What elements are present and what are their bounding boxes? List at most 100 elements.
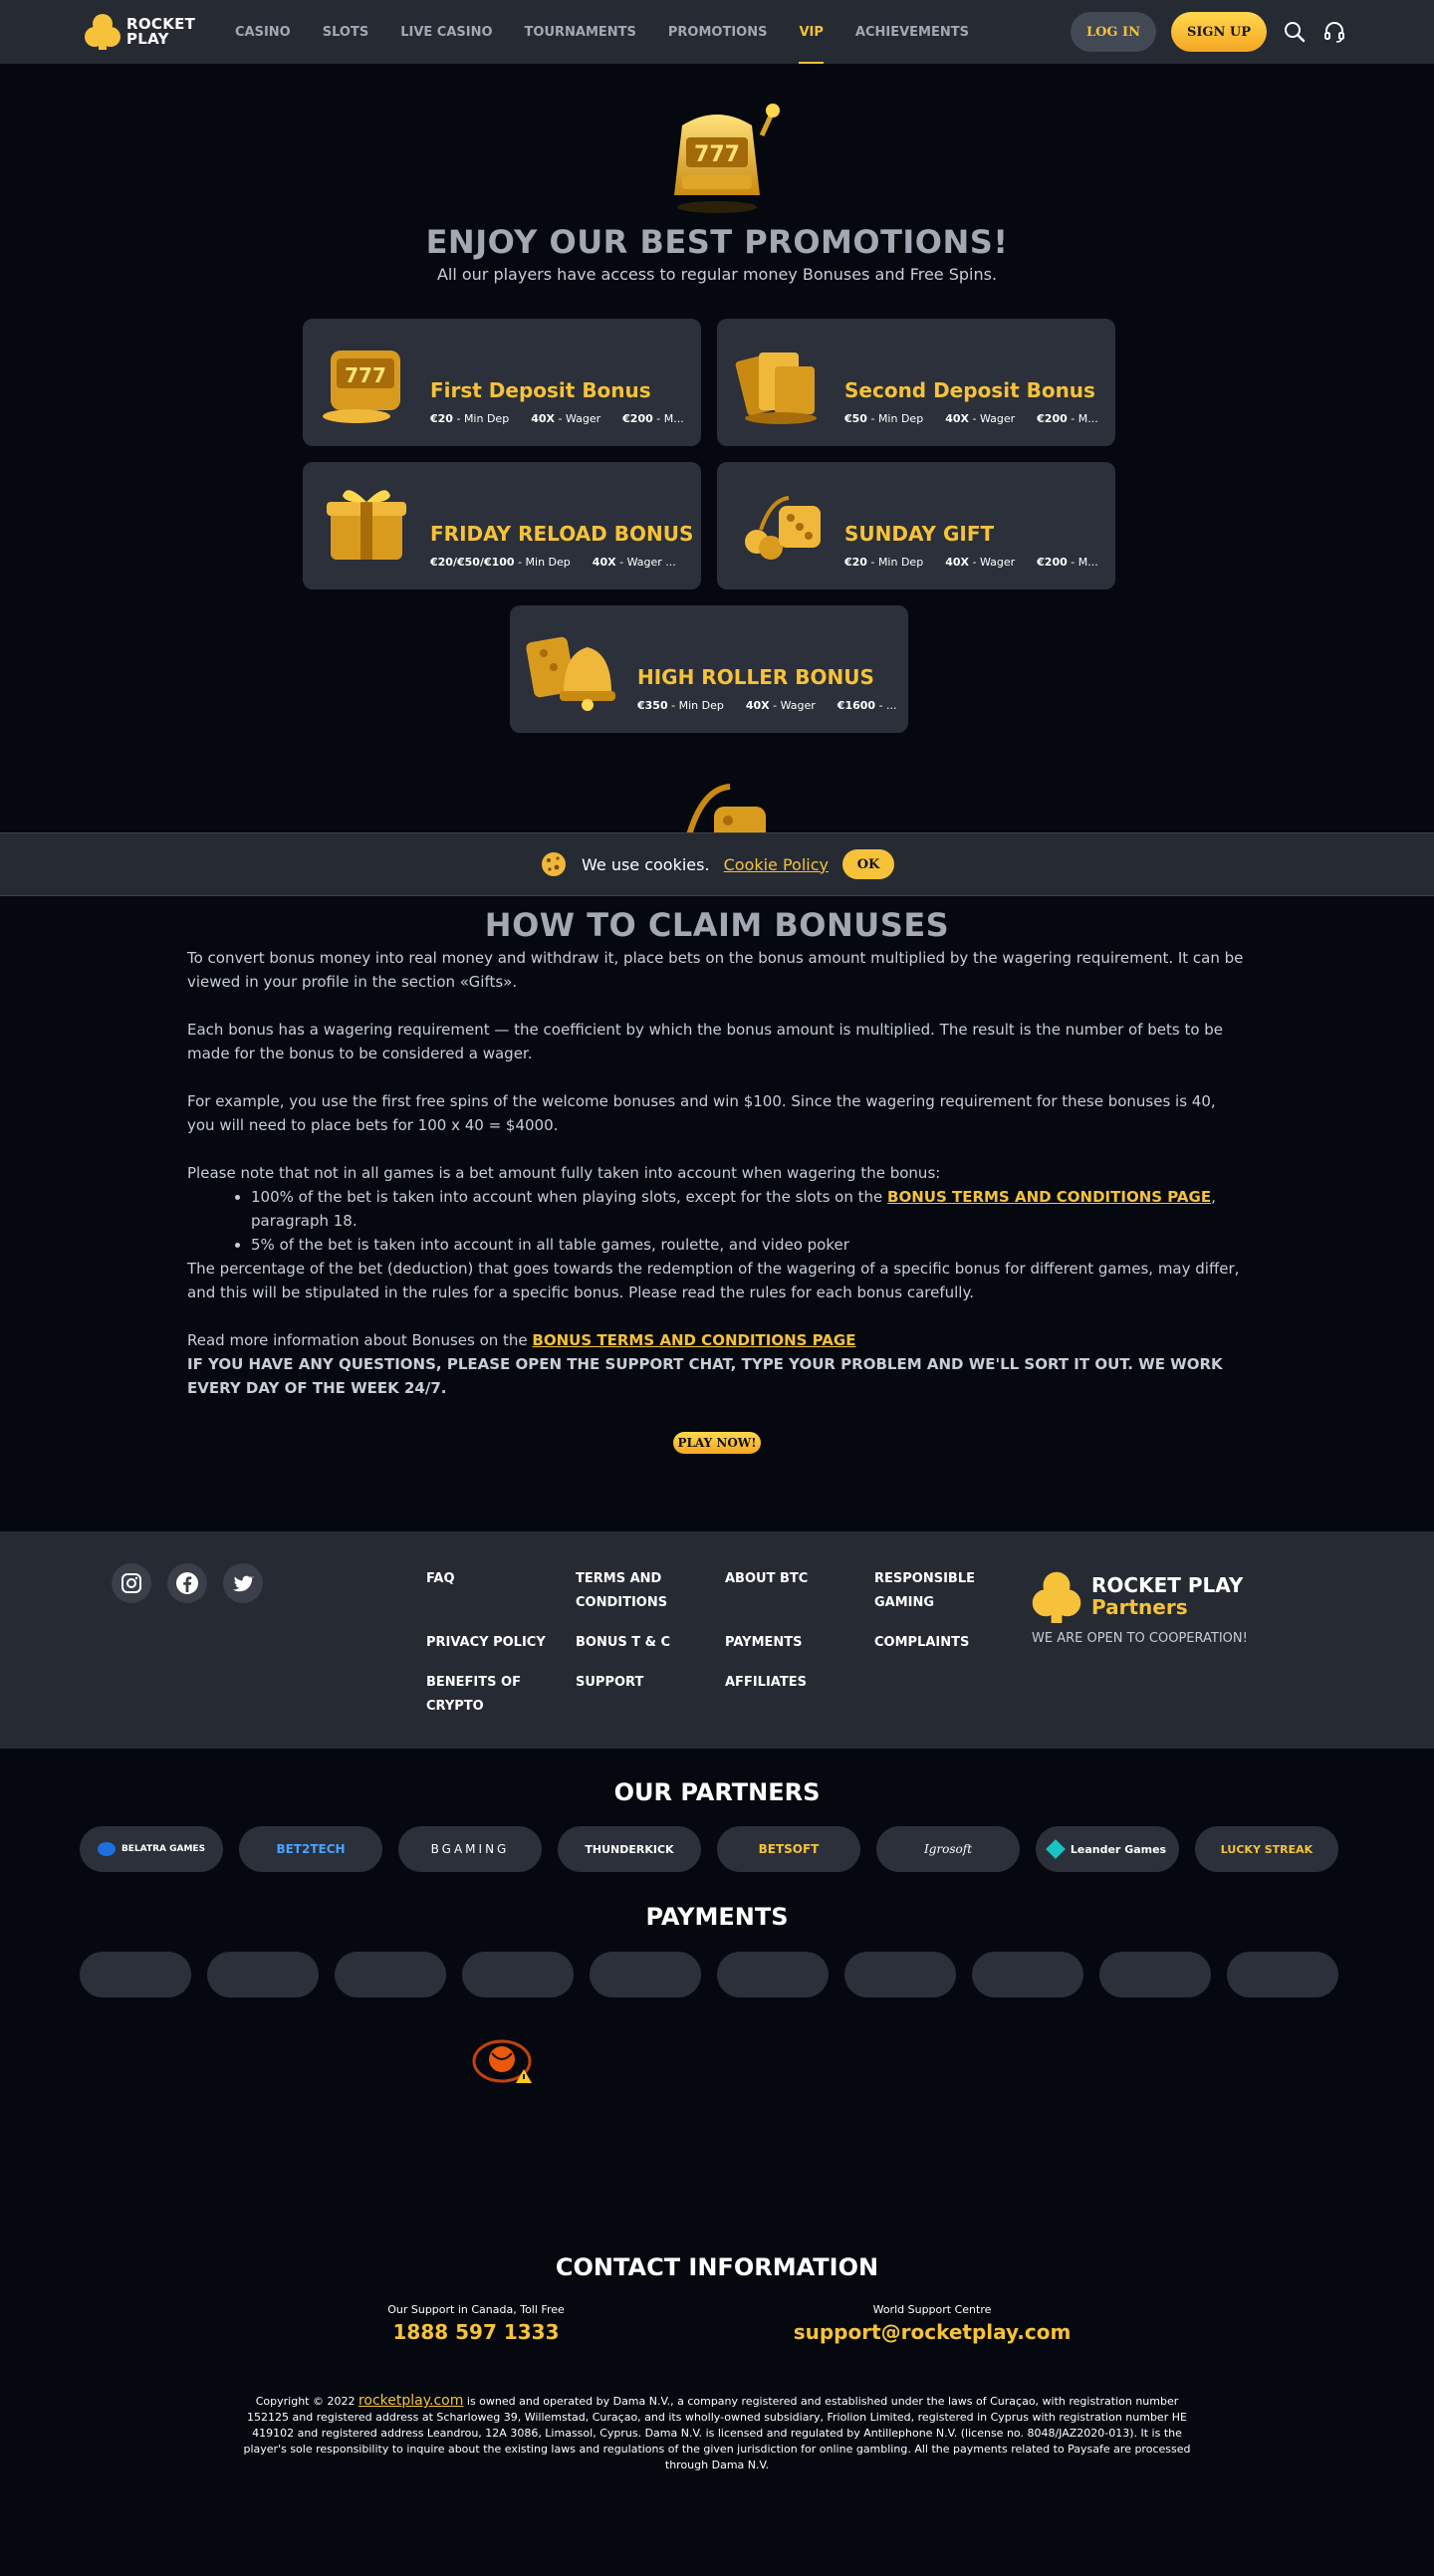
gold-dice-icon — [731, 480, 831, 572]
claim-paragraph: For example, you use the first free spin… — [187, 1092, 1216, 1134]
nav-live-casino[interactable]: LIVE CASINO — [400, 0, 492, 64]
partner-thunderkick[interactable]: THUNDERKICK — [558, 1826, 701, 1872]
bonus-card-sunday-gift[interactable]: SUNDAY GIFT €20 - Min Dep 40X - Wager €200… — [717, 462, 1115, 589]
cookie-ok-button[interactable]: OK — [842, 849, 894, 879]
bonus-card-title: First Deposit Bonus — [430, 378, 651, 402]
contact-title: CONTACT INFORMATION — [555, 2253, 879, 2281]
bonus-card-meta: €20 - Min Dep 40X - Wager €200 - M... — [430, 412, 684, 425]
nav-slots[interactable]: SLOTS — [323, 0, 368, 64]
gold-gift-icon — [317, 480, 416, 572]
nav-promotions[interactable]: PROMOTIONS — [668, 0, 768, 64]
email-label: World Support Centre — [872, 2303, 992, 2316]
gold-777-icon: 777 — [317, 337, 416, 428]
partners-logo-line2: Partners — [1091, 1595, 1188, 1619]
headset-icon[interactable] — [1322, 20, 1346, 44]
footer-link-terms[interactable]: TERMS AND CONDITIONS — [576, 1567, 715, 1615]
partner-lucky-streak[interactable]: LUCKY STREAK — [1195, 1826, 1338, 1872]
wave-icon — [97, 1842, 116, 1856]
list-item: 100% of the bet is taken into account wh… — [251, 1185, 1247, 1233]
email-contact: World Support Centre support@rocketplay.… — [733, 2303, 1131, 2344]
footer-link-affiliates[interactable]: AFFILIATES — [725, 1671, 864, 1695]
payment-method[interactable] — [1099, 1952, 1211, 1997]
bonus-card-meta: €20 - Min Dep 40X - Wager €200 - M... — [844, 556, 1098, 569]
copyright-text: Copyright © 2022 rocketplay.com is owned… — [243, 2393, 1191, 2471]
bonus-card-title: HIGH ROLLER BONUS — [637, 665, 874, 689]
play-now-button[interactable]: PLAY NOW! — [673, 1432, 761, 1454]
bonus-terms-link[interactable]: BONUS TERMS AND CONDITIONS PAGE — [887, 1188, 1211, 1206]
warning-badge-icon — [472, 2037, 534, 2085]
bonus-card-title: SUNDAY GIFT — [844, 522, 995, 546]
partner-belatra[interactable]: BELATRA GAMES — [80, 1826, 223, 1872]
partner-leander[interactable]: Leander Games — [1036, 1826, 1179, 1872]
claim-paragraph: The percentage of the bet (deduction) th… — [187, 1260, 1240, 1301]
footer-link-responsible-gaming[interactable]: RESPONSIBLE GAMING — [874, 1567, 1014, 1615]
instagram-icon[interactable] — [112, 1563, 151, 1603]
clover-logo-icon — [85, 12, 120, 52]
footer-link-support[interactable]: SUPPORT — [576, 1671, 715, 1695]
signup-button[interactable]: SIGN UP — [1171, 12, 1267, 52]
partner-bgaming[interactable]: BGAMING — [398, 1826, 542, 1872]
site-footer: FAQ TERMS AND CONDITIONS ABOUT BTC RESPO… — [0, 1531, 1434, 1749]
payments-title: PAYMENTS — [645, 1903, 789, 1931]
bonus-card-first-deposit[interactable]: 777 First Deposit Bonus €20 - Min Dep 40X… — [303, 319, 701, 446]
payment-method[interactable] — [972, 1952, 1083, 1997]
promotions-subtitle: All our players have access to regular m… — [436, 265, 998, 284]
nav-tournaments[interactable]: TOURNAMENTS — [525, 0, 636, 64]
payment-method[interactable] — [80, 1952, 191, 1997]
bonus-card-title: FRIDAY RELOAD BONUS — [430, 522, 694, 546]
payment-method[interactable] — [462, 1952, 574, 1997]
gold-bell-icon — [524, 623, 623, 715]
login-button[interactable]: LOG IN — [1071, 12, 1156, 52]
slot-machine-illustration: 777 — [652, 96, 782, 215]
footer-link-payments[interactable]: PAYMENTS — [725, 1631, 864, 1655]
payment-method[interactable] — [844, 1952, 956, 1997]
bonus-card-friday-reload[interactable]: FRIDAY RELOAD BONUS €20/€50/€100 - Min D… — [303, 462, 701, 589]
footer-link-complaints[interactable]: COMPLAINTS — [874, 1631, 1014, 1655]
bonus-card-second-deposit[interactable]: Second Deposit Bonus €50 - Min Dep 40X - … — [717, 319, 1115, 446]
partner-bet2tech[interactable]: BET2TECH — [239, 1826, 382, 1872]
partners-logo-line1: ROCKET PLAY — [1091, 1573, 1244, 1597]
site-link[interactable]: rocketplay.com — [358, 2393, 463, 2409]
claim-paragraph: Each bonus has a wagering requirement — … — [187, 1021, 1224, 1062]
footer-link-faq[interactable]: FAQ — [426, 1567, 566, 1591]
bonus-card-title: Second Deposit Bonus — [844, 378, 1095, 402]
clover-logo-icon — [1032, 1571, 1081, 1623]
bonus-card-high-roller[interactable]: HIGH ROLLER BONUS €350 - Min Dep 40X - Wa… — [510, 605, 908, 733]
footer-link-bonus-tc[interactable]: BONUS T & C — [576, 1631, 715, 1655]
twitter-icon[interactable] — [223, 1563, 263, 1603]
partner-igrosoft[interactable]: Igrosoft — [876, 1826, 1020, 1872]
claim-paragraph: Read more information about Bonuses on t… — [187, 1331, 856, 1349]
email-link[interactable]: support@rocketplay.com — [733, 2320, 1131, 2344]
payment-method[interactable] — [207, 1952, 319, 1997]
cookie-policy-link[interactable]: Cookie Policy — [724, 855, 829, 874]
footer-link-benefits-crypto[interactable]: BENEFITS OF CRYPTO — [426, 1671, 566, 1719]
partner-betsoft[interactable]: BETSOFT — [717, 1826, 860, 1872]
payment-method[interactable] — [1227, 1952, 1338, 1997]
rocketplay-partners-logo[interactable]: ROCKET PLAY Partners — [1032, 1569, 1243, 1623]
claim-title: HOW TO CLAIM BONUSES — [484, 906, 950, 944]
bonus-terms-link[interactable]: BONUS TERMS AND CONDITIONS PAGE — [532, 1331, 855, 1349]
top-header: ROCKET PLAY CASINO SLOTS LIVE CASINO TOU… — [0, 0, 1434, 64]
main-nav: CASINO SLOTS LIVE CASINO TOURNAMENTS PRO… — [235, 0, 1001, 64]
payment-method[interactable] — [590, 1952, 701, 1997]
facebook-icon[interactable] — [167, 1563, 207, 1603]
phone-link[interactable]: 1888 597 1333 — [277, 2320, 675, 2344]
cooperation-text: WE ARE OPEN TO COOPERATION! — [1032, 1631, 1248, 1646]
bonus-card-meta: €350 - Min Dep 40X - Wager €1600 - ... — [637, 699, 897, 712]
search-icon[interactable] — [1283, 20, 1307, 44]
footer-link-about-btc[interactable]: ABOUT BTC — [725, 1567, 864, 1591]
rocketplay-logo[interactable]: ROCKET PLAY — [85, 12, 195, 52]
gold-cards-icon — [731, 337, 831, 428]
nav-vip[interactable]: VIP — [799, 0, 825, 64]
phone-contact: Our Support in Canada, Toll Free 1888 59… — [277, 2303, 675, 2344]
nav-achievements[interactable]: ACHIEVEMENTS — [855, 0, 969, 64]
cookie-banner: We use cookies. Cookie Policy OK — [0, 832, 1434, 896]
cookie-text: We use cookies. — [582, 854, 710, 874]
payment-method[interactable] — [335, 1952, 446, 1997]
nav-casino[interactable]: CASINO — [235, 0, 291, 64]
payment-method[interactable] — [717, 1952, 829, 1997]
logo-text-line2: PLAY — [126, 30, 169, 48]
partners-title: OUR PARTNERS — [613, 1778, 821, 1806]
claim-content: To convert bonus money into real money a… — [187, 946, 1247, 1400]
footer-link-privacy[interactable]: PRIVACY POLICY — [426, 1631, 566, 1655]
